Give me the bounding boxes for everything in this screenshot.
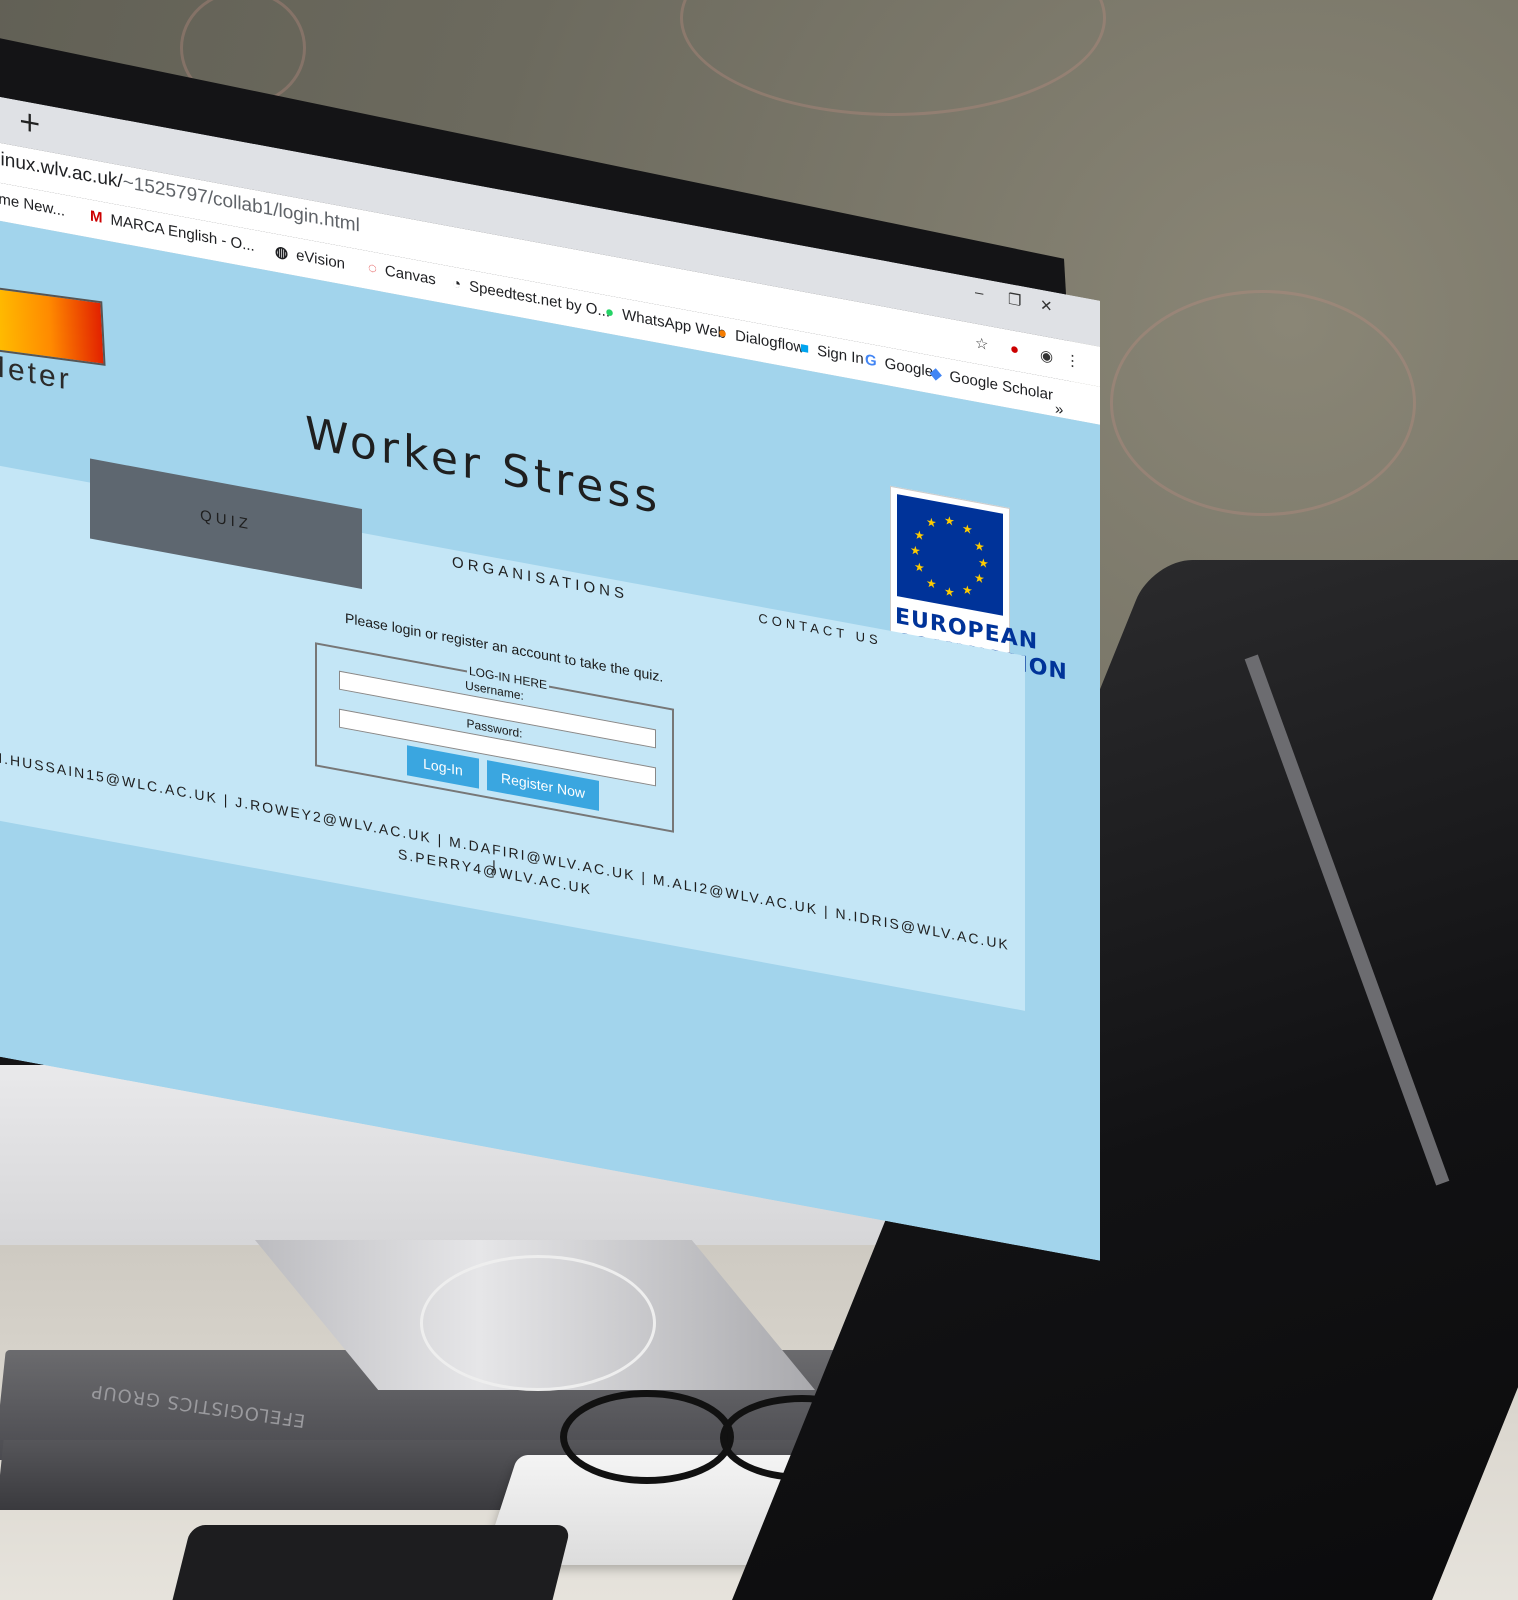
star-icon: ★ bbox=[910, 542, 921, 559]
scholar-icon: ◆ bbox=[930, 364, 942, 384]
chalk-drawing bbox=[1110, 290, 1416, 516]
browser-screen: + – ❐ ✕ -linux.wlv.ac.uk/~1525797/collab… bbox=[0, 95, 1100, 1261]
bookmark-item[interactable]: ◌ Canvas bbox=[368, 259, 436, 289]
globe-icon: ◍ bbox=[275, 242, 289, 263]
phone bbox=[168, 1525, 572, 1600]
star-icon: ★ bbox=[962, 521, 973, 538]
photo-scene: EFELOGISTICS GROUP + – ❐ ✕ -linux.wlv.ac… bbox=[0, 0, 1518, 1600]
speedometer-icon: ◔ bbox=[452, 274, 462, 294]
nav-contact-us[interactable]: CONTACT US bbox=[750, 609, 890, 650]
earphone-cable bbox=[420, 1255, 656, 1391]
canvas-icon: ◌ bbox=[368, 259, 377, 278]
bookmark-item[interactable]: G Google bbox=[865, 351, 933, 381]
bookmark-item[interactable]: ame New... bbox=[0, 189, 65, 220]
whatsapp-icon: ● bbox=[605, 302, 615, 322]
star-icon: ★ bbox=[962, 582, 973, 599]
bookmark-item[interactable]: ■ Sign In bbox=[800, 339, 864, 368]
maximize-icon[interactable]: ❐ bbox=[1008, 290, 1021, 310]
google-icon: G bbox=[865, 351, 877, 371]
star-icon[interactable]: ☆ bbox=[975, 334, 988, 354]
bookmark-item[interactable]: ● Dialogflow bbox=[718, 324, 804, 357]
star-icon: ★ bbox=[978, 555, 989, 572]
bookmark-item[interactable]: ◍ eVision bbox=[275, 242, 345, 273]
profile-icon[interactable]: ◉ bbox=[1040, 346, 1053, 366]
minimize-icon[interactable]: – bbox=[975, 284, 983, 303]
star-icon: ★ bbox=[944, 512, 955, 529]
glasses bbox=[560, 1390, 734, 1484]
star-icon: ★ bbox=[974, 570, 985, 587]
star-icon: ★ bbox=[914, 559, 925, 576]
close-icon[interactable]: ✕ bbox=[1040, 296, 1053, 316]
star-icon: ★ bbox=[926, 514, 937, 531]
dialogflow-icon: ● bbox=[718, 323, 728, 343]
eu-flag-icon: ★ ★ ★ ★ ★ ★ ★ ★ ★ ★ ★ ★ bbox=[897, 494, 1003, 616]
main-content: QUIZ ORGANISATIONS CONTACT US Please log… bbox=[0, 458, 1025, 1011]
microsoft-icon: ■ bbox=[800, 339, 810, 358]
new-tab-button[interactable]: + bbox=[18, 103, 41, 140]
menu-icon[interactable]: ⋮ bbox=[1065, 350, 1080, 371]
nav-organisations[interactable]: ORGANISATIONS bbox=[445, 552, 635, 604]
star-icon: ★ bbox=[974, 538, 985, 555]
extension-icon[interactable]: ● bbox=[1010, 340, 1019, 359]
star-icon: ★ bbox=[914, 527, 925, 544]
star-icon: ★ bbox=[944, 583, 955, 600]
marca-icon: M bbox=[90, 207, 103, 227]
page-title: Worker Stress bbox=[305, 407, 662, 525]
star-icon: ★ bbox=[926, 575, 937, 592]
